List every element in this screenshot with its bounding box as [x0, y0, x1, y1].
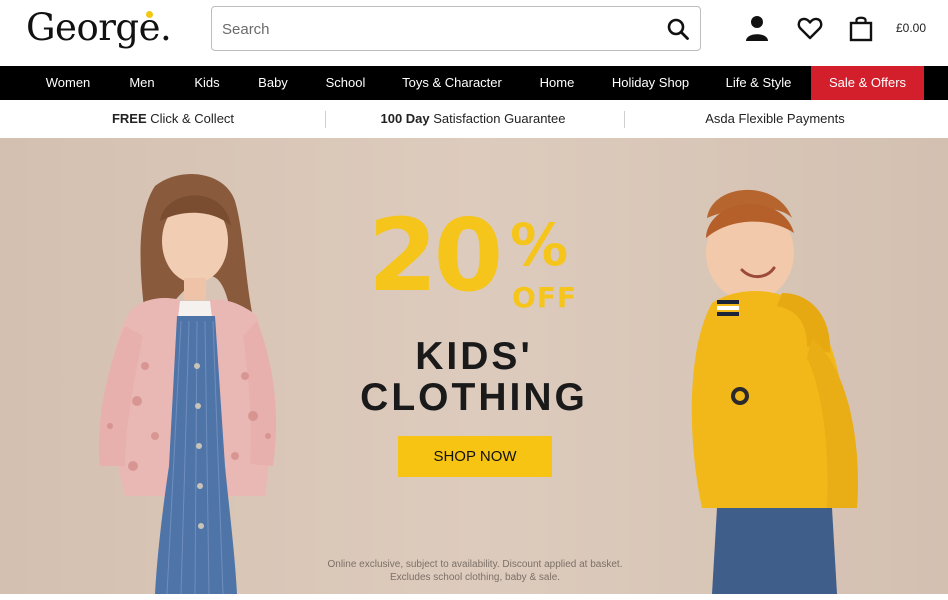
account-icon[interactable] — [743, 14, 771, 42]
shop-now-button[interactable]: SHOP NOW — [398, 436, 552, 477]
nav-item-women[interactable]: Women — [30, 66, 106, 100]
main-nav: Women Men Kids Baby School Toys & Charac… — [0, 66, 948, 100]
search-icon[interactable] — [666, 17, 690, 41]
logo-dot — [146, 11, 153, 18]
heart-icon[interactable] — [796, 14, 824, 42]
nav-item-holiday-shop[interactable]: Holiday Shop — [600, 66, 701, 100]
usp-satisfaction-guarantee[interactable]: 100 Day Satisfaction Guarantee — [350, 100, 596, 138]
nav-item-kids[interactable]: Kids — [180, 66, 234, 100]
nav-item-sale-offers[interactable]: Sale & Offers — [811, 66, 924, 100]
usp-divider — [624, 111, 625, 128]
usp-click-collect[interactable]: FREE Click & Collect — [60, 100, 286, 138]
nav-item-baby[interactable]: Baby — [245, 66, 301, 100]
basket-total[interactable]: £0.00 — [896, 21, 926, 35]
off-label: OFF — [512, 281, 578, 314]
nav-item-home[interactable]: Home — [527, 66, 587, 100]
hero-headline-line1: KIDS' — [415, 335, 533, 378]
hero-headline: KIDS' CLOTHING — [348, 336, 600, 418]
usp-divider — [325, 111, 326, 128]
hero-headline-line2: CLOTHING — [360, 376, 588, 419]
nav-item-life-style[interactable]: Life & Style — [716, 66, 801, 100]
discount-percent: 20 — [368, 197, 503, 314]
nav-item-toys-character[interactable]: Toys & Character — [392, 66, 512, 100]
usp-bar: FREE Click & Collect 100 Day Satisfactio… — [0, 100, 948, 138]
nav-item-men[interactable]: Men — [114, 66, 170, 100]
hero-banner[interactable]: 20 % OFF KIDS' CLOTHING SHOP NOW Online … — [0, 138, 948, 594]
usp-flexible-payments[interactable]: Asda Flexible Payments — [670, 100, 880, 138]
percent-sign: % — [510, 211, 569, 279]
basket-icon[interactable] — [847, 14, 875, 42]
page-bottom-strip — [0, 594, 948, 600]
search-box — [211, 6, 701, 51]
promo-text-block: 20 % OFF KIDS' CLOTHING SHOP NOW Online … — [0, 138, 948, 594]
site-header: George. £0.00 — [0, 0, 948, 66]
small-print: Online exclusive, subject to availabilit… — [327, 559, 623, 583]
nav-item-school[interactable]: School — [313, 66, 378, 100]
search-input[interactable] — [222, 17, 652, 41]
